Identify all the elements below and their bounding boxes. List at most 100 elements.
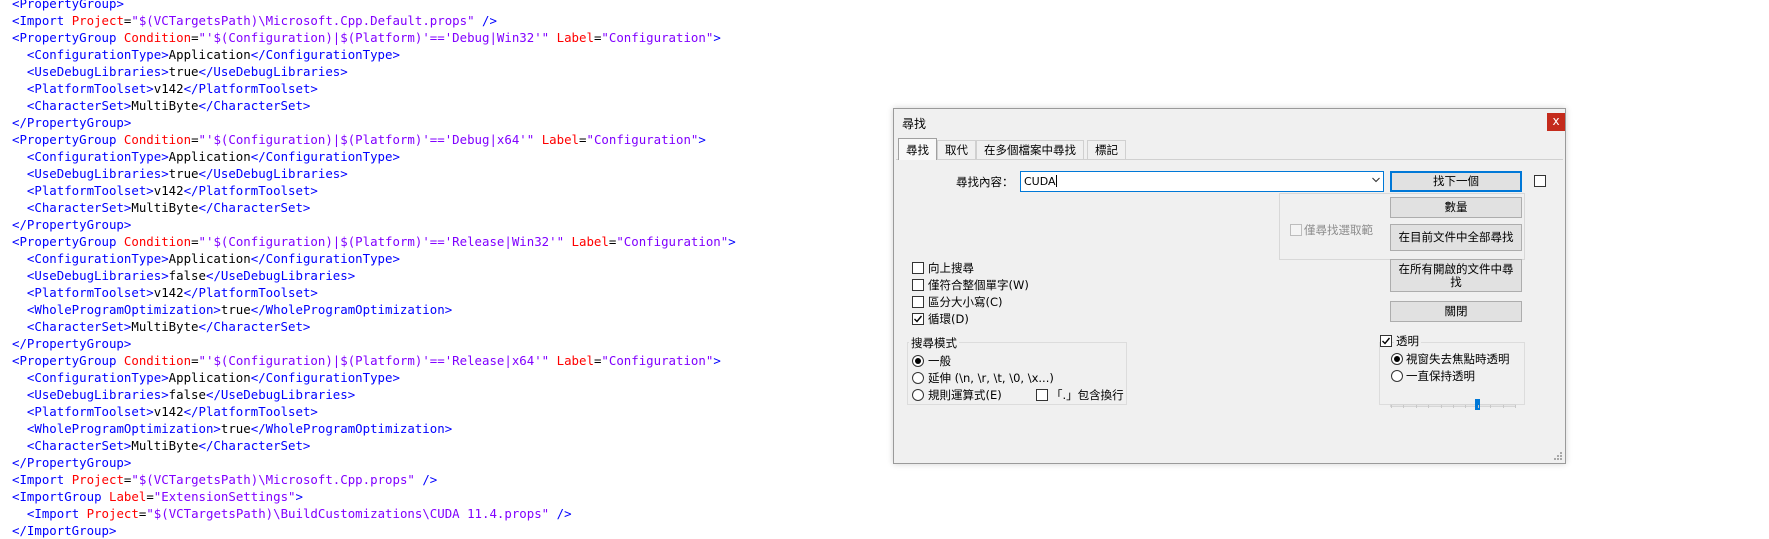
code-token: Project [71, 13, 124, 28]
code-token: > [713, 353, 721, 368]
close-button[interactable]: 關閉 [1390, 301, 1522, 322]
code-token: Label [556, 353, 594, 368]
code-token: Application [168, 47, 251, 62]
code-line: <ConfigurationType>Application</Configur… [12, 148, 400, 165]
code-token: PropertyGroup [19, 0, 117, 11]
code-token: true [220, 421, 251, 436]
code-token: "'$(Configuration)|$(Platform)'=='Debug|… [198, 30, 550, 45]
code-line: <ConfigurationType>Application</Configur… [12, 46, 400, 63]
tab-replace[interactable]: 取代 [937, 140, 976, 159]
dot-newline-checkbox[interactable] [1036, 389, 1048, 401]
code-token: </PlatformToolset> [183, 404, 318, 419]
mode-regex-radio[interactable] [912, 389, 924, 401]
stay-on-top-checkbox[interactable] [1534, 175, 1546, 187]
whole-word-checkbox[interactable] [912, 279, 924, 291]
code-token: PropertyGroup [19, 132, 117, 147]
slider-tick [1428, 405, 1430, 408]
mode-extended-label: 延伸 (\n, \r, \t, \0, \x...) [928, 371, 1054, 385]
code-token: > [698, 132, 706, 147]
find-dialog: 尋找 x 尋找 取代 在多個檔案中尋找 標記 尋找內容： CUDA 找下一個 僅… [893, 108, 1566, 464]
code-line: <PlatformToolset>v142</PlatformToolset> [12, 403, 318, 420]
code-token: "'$(Configuration)|$(Platform)'=='Debug|… [198, 132, 535, 147]
find-next-button[interactable]: 找下一個 [1390, 171, 1522, 192]
code-line: <ConfigurationType>Application</Configur… [12, 250, 400, 267]
code-token: </UseDebugLibraries> [198, 166, 348, 181]
mode-normal-radio[interactable] [912, 355, 924, 367]
code-token: /> [422, 472, 438, 487]
transparent-on-focus-loss-label: 視窗失去焦點時透明 [1406, 352, 1510, 366]
code-token: </PropertyGroup> [12, 217, 132, 232]
resize-grip-icon[interactable] [1553, 451, 1563, 461]
code-token: <PlatformToolset> [26, 404, 154, 419]
code-line: <PropertyGroup Condition="'$(Configurati… [12, 131, 706, 148]
slider-tick [1515, 405, 1516, 408]
tab-find-in-files[interactable]: 在多個檔案中尋找 [976, 140, 1084, 159]
search-mode-title: 搜尋模式 [909, 335, 959, 351]
slider-tick [1415, 405, 1417, 408]
match-case-checkbox[interactable] [912, 296, 924, 308]
code-token: Project [86, 506, 139, 521]
code-token: = [191, 353, 199, 368]
code-line: <PropertyGroup Condition="'$(Configurati… [12, 233, 736, 250]
code-token: </UseDebugLibraries> [205, 268, 356, 283]
code-token: PropertyGroup [19, 30, 117, 45]
find-all-current-button[interactable]: 在目前文件中全部尋找 [1390, 224, 1522, 251]
code-token: /> [556, 506, 572, 521]
slider-tick [1403, 405, 1405, 408]
match-case-label: 區分大小寫(C) [928, 295, 1003, 309]
transparent-on-focus-loss-radio[interactable] [1391, 353, 1403, 365]
wrap-checkbox[interactable] [912, 313, 924, 325]
code-token: MultiByte [131, 200, 199, 215]
code-line: <Import Project="$(VCTargetsPath)\BuildC… [12, 505, 572, 522]
code-token: Condition [123, 132, 192, 147]
code-token: <PlatformToolset> [26, 81, 154, 96]
code-token: Import [19, 472, 65, 487]
code-token: </ImportGroup> [12, 523, 117, 538]
tab-mark[interactable]: 標記 [1087, 140, 1126, 159]
always-transparent-radio[interactable] [1391, 370, 1403, 382]
chevron-down-icon[interactable] [1372, 176, 1380, 184]
tab-find[interactable]: 尋找 [898, 138, 937, 160]
in-selection-checkbox[interactable] [1290, 224, 1302, 236]
code-token: Application [168, 149, 251, 164]
code-token: PropertyGroup [19, 234, 117, 249]
code-token: </PlatformToolset> [183, 285, 318, 300]
code-token: <UseDebugLibraries> [26, 64, 169, 79]
code-token: MultiByte [131, 438, 199, 453]
code-line: <WholeProgramOptimization>true</WholePro… [12, 420, 452, 437]
close-icon[interactable]: x [1547, 113, 1565, 131]
code-token: </ConfigurationType> [250, 149, 400, 164]
dot-newline-label: 「.」包含換行 [1051, 388, 1124, 402]
transparency-checkbox[interactable] [1380, 335, 1392, 347]
backward-label: 向上搜尋 [928, 261, 974, 275]
code-token: MultiByte [131, 319, 199, 334]
wrap-label: 循環(D) [928, 312, 969, 326]
code-token: Label [571, 234, 609, 249]
slider-tick [1440, 405, 1442, 408]
transparency-title: 透明 [1394, 333, 1421, 349]
find-what-input[interactable]: CUDA [1020, 171, 1384, 192]
count-button[interactable]: 數量 [1390, 197, 1522, 218]
code-token: </UseDebugLibraries> [198, 64, 348, 79]
mode-extended-radio[interactable] [912, 372, 924, 384]
code-token: true [168, 64, 199, 79]
code-token: </PlatformToolset> [183, 81, 318, 96]
code-token: true [168, 166, 199, 181]
backward-checkbox[interactable] [912, 262, 924, 274]
code-token: v142 [153, 183, 184, 198]
code-token: <PlatformToolset> [26, 285, 154, 300]
mode-regex-label: 規則運算式(E) [928, 388, 1002, 402]
code-token: v142 [153, 404, 184, 419]
code-token: v142 [153, 285, 184, 300]
code-token: <CharacterSet> [26, 98, 132, 113]
find-all-open-button[interactable]: 在所有開啟的文件中尋找 [1390, 259, 1522, 292]
mode-normal-label: 一般 [928, 354, 951, 368]
code-token: </ConfigurationType> [250, 47, 400, 62]
code-token: </WholeProgramOptimization> [250, 421, 453, 436]
